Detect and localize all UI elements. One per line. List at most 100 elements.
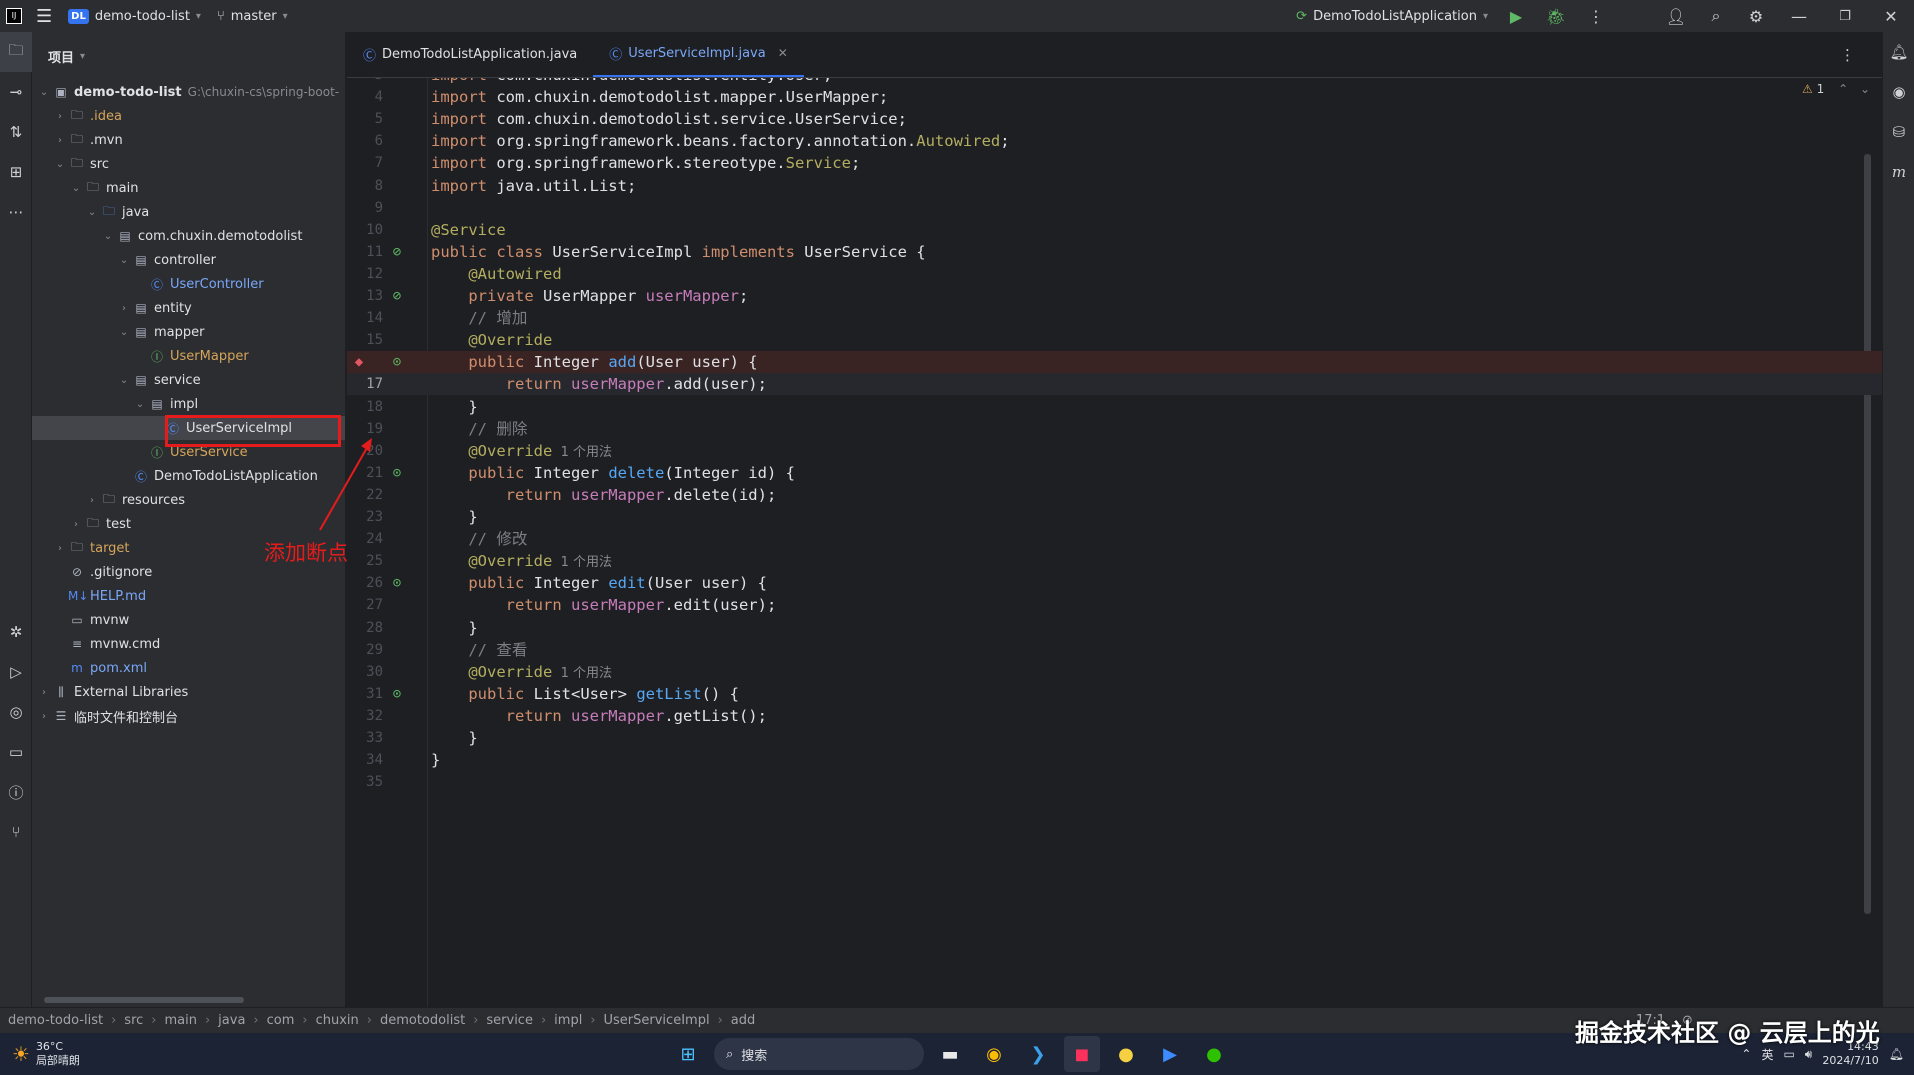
weather-widget[interactable]: ☀ 36°C 局部晴朗	[0, 1040, 180, 1068]
run-config-selector[interactable]: ⟳ DemoTodoListApplication ▾	[1288, 0, 1496, 32]
breadcrumb-item[interactable]: src	[124, 1013, 143, 1028]
editor-tab[interactable]: Ⓒ DemoTodoListApplication.java	[347, 31, 593, 77]
tree-horizontal-scrollbar[interactable]	[44, 997, 244, 1003]
chevron-right-icon[interactable]: ›	[84, 495, 100, 506]
taskbar-search[interactable]: ⌕ 搜索	[714, 1038, 924, 1070]
override-method-icon[interactable]: ⊙	[387, 462, 407, 484]
chevron-down-icon[interactable]: ⌄	[52, 159, 68, 170]
tree-item[interactable]: Ⓘ UserMapper	[32, 344, 345, 368]
project-panel-header[interactable]: 项目 ▾	[32, 32, 345, 80]
code-with-me-button[interactable]: 👤︎	[1656, 0, 1696, 32]
tree-item[interactable]: ⌄ ▤ controller	[32, 248, 345, 272]
tree-item[interactable]: › ☰ 临时文件和控制台	[32, 704, 345, 728]
git-tool-button[interactable]: ⑂	[0, 812, 32, 852]
line-number[interactable]: 11	[347, 241, 383, 263]
code-line[interactable]: 26 ⊙ public Integer edit(User user) {	[347, 572, 1882, 594]
line-number[interactable]: 30	[347, 661, 383, 683]
override-method-icon[interactable]: ⊙	[387, 572, 407, 594]
tree-item[interactable]: ⌄ ▤ com.chuxin.demotodolist	[32, 224, 345, 248]
ai-assistant-button[interactable]: ◉	[1883, 72, 1914, 112]
tree-item[interactable]: ⌄ ▤ service	[32, 368, 345, 392]
close-button[interactable]: ✕	[1868, 0, 1914, 32]
tree-item[interactable]: Ⓒ UserServiceImpl	[32, 416, 345, 440]
database-button[interactable]: ⛁	[1883, 112, 1914, 152]
ime-language[interactable]: 英	[1761, 1046, 1773, 1063]
line-number[interactable]: 35	[347, 771, 383, 793]
line-number[interactable]: 14	[347, 307, 383, 329]
code-line[interactable]: 4 import com.chuxin.demotodolist.mapper.U…	[347, 86, 1882, 108]
chevron-down-icon[interactable]: ⌄	[68, 183, 84, 194]
code-line[interactable]: 11 ⊘ public class UserServiceImpl implemen…	[347, 241, 1882, 263]
settings-button[interactable]: ⚙	[1736, 0, 1776, 32]
chevron-down-icon[interactable]: ⌄	[132, 399, 148, 410]
line-number[interactable]: 9	[347, 197, 383, 219]
tree-item[interactable]: ⌄ ▣ demo-todo-list G:\chuxin-cs\spring-boot…	[32, 80, 345, 104]
chevron-down-icon[interactable]: ⌄	[116, 327, 132, 338]
line-number[interactable]: 12	[347, 263, 383, 285]
code-line[interactable]: 13 ⊘ private UserMapper userMapper;	[347, 285, 1882, 307]
code-line[interactable]: 33 }	[347, 727, 1882, 749]
tree-item[interactable]: › 🗀 .idea	[32, 104, 345, 128]
override-method-icon[interactable]: ⊙	[387, 351, 407, 373]
tree-item[interactable]: › 🗀 resources	[32, 488, 345, 512]
code-line[interactable]: 32 return userMapper.getList();	[347, 705, 1882, 727]
code-line[interactable]: 9	[347, 197, 1882, 219]
breakpoint-icon[interactable]: ◆	[349, 351, 369, 373]
branch-switcher[interactable]: ⑂ master ▾	[209, 0, 296, 32]
code-line[interactable]: 28 }	[347, 617, 1882, 639]
commit-tool-button[interactable]: ⊸	[0, 72, 32, 112]
tab-options-button[interactable]: ⋮	[1840, 46, 1855, 64]
breadcrumb-item[interactable]: java	[218, 1013, 245, 1028]
chrome-app-icon[interactable]: ◉	[976, 1036, 1012, 1072]
tree-item[interactable]: ⌄ 🗀 src	[32, 152, 345, 176]
services-tool-button[interactable]: ◎	[0, 692, 32, 732]
debug-tool-button[interactable]: ✲	[0, 612, 32, 652]
code-line[interactable]: 17 return userMapper.add(user);	[347, 373, 1882, 396]
line-number[interactable]: 32	[347, 705, 383, 727]
start-button[interactable]: ⊞	[670, 1036, 706, 1072]
breadcrumb-item[interactable]: add	[731, 1013, 755, 1028]
run-tool-button[interactable]: ▷	[0, 652, 32, 692]
line-number[interactable]: 25	[347, 550, 383, 572]
tree-item[interactable]: Ⓘ UserService	[32, 440, 345, 464]
line-number[interactable]: 33	[347, 727, 383, 749]
app-logo[interactable]: IJ	[0, 0, 28, 32]
search-everywhere-button[interactable]: ⌕	[1696, 0, 1736, 32]
tree-item[interactable]: ⌄ 🗀 java	[32, 200, 345, 224]
tree-item[interactable]: ⌄ 🗀 main	[32, 176, 345, 200]
code-line[interactable]: 31 ⊙ public List<User> getList() {	[347, 683, 1882, 705]
debug-button[interactable]: 🐞︎	[1536, 0, 1576, 32]
tray-expand-icon[interactable]: ⌃	[1741, 1047, 1751, 1061]
tree-item[interactable]: › 🗀 .mvn	[32, 128, 345, 152]
notifications-button[interactable]: 🔔︎	[1883, 32, 1914, 72]
code-line[interactable]: 6 import org.springframework.beans.factor…	[347, 130, 1882, 152]
tree-item[interactable]: ⌄ ▤ impl	[32, 392, 345, 416]
line-number[interactable]: 7	[347, 152, 383, 174]
network-icon[interactable]: ▭	[1783, 1047, 1794, 1061]
close-tab-icon[interactable]: ✕	[778, 46, 788, 60]
tree-item[interactable]: m pom.xml	[32, 656, 345, 680]
line-number[interactable]: 4	[347, 86, 383, 108]
vscode-app-icon[interactable]: ❯	[1020, 1036, 1056, 1072]
chevron-right-icon[interactable]: ›	[36, 711, 52, 722]
terminal-tool-button[interactable]: ▭	[0, 732, 32, 772]
line-number[interactable]: 15	[347, 329, 383, 351]
code-line[interactable]: 23 }	[347, 506, 1882, 528]
tree-item[interactable]: ▭ mvnw	[32, 608, 345, 632]
structure-tool-button[interactable]: ⊞	[0, 152, 32, 192]
project-switcher[interactable]: DL demo-todo-list ▾	[60, 0, 209, 32]
breadcrumb-item[interactable]: main	[164, 1013, 196, 1028]
line-number[interactable]: 31	[347, 683, 383, 705]
code-line[interactable]: 19 // 删除	[347, 418, 1882, 440]
code-line[interactable]: 25 @Override 1 个用法	[347, 550, 1882, 572]
chevron-right-icon[interactable]: ›	[52, 543, 68, 554]
chevron-down-icon[interactable]: ⌄	[36, 87, 52, 98]
code-line[interactable]: 7 import org.springframework.stereotype.S…	[347, 152, 1882, 174]
tree-item[interactable]: ⌄ ▤ mapper	[32, 320, 345, 344]
pull-requests-tool-button[interactable]: ⇅	[0, 112, 32, 152]
chevron-down-icon[interactable]: ⌄	[100, 231, 116, 242]
minimize-button[interactable]: —	[1776, 0, 1822, 32]
line-number[interactable]: 18	[347, 396, 383, 418]
line-number[interactable]: 29	[347, 639, 383, 661]
tree-item[interactable]: › ▤ entity	[32, 296, 345, 320]
